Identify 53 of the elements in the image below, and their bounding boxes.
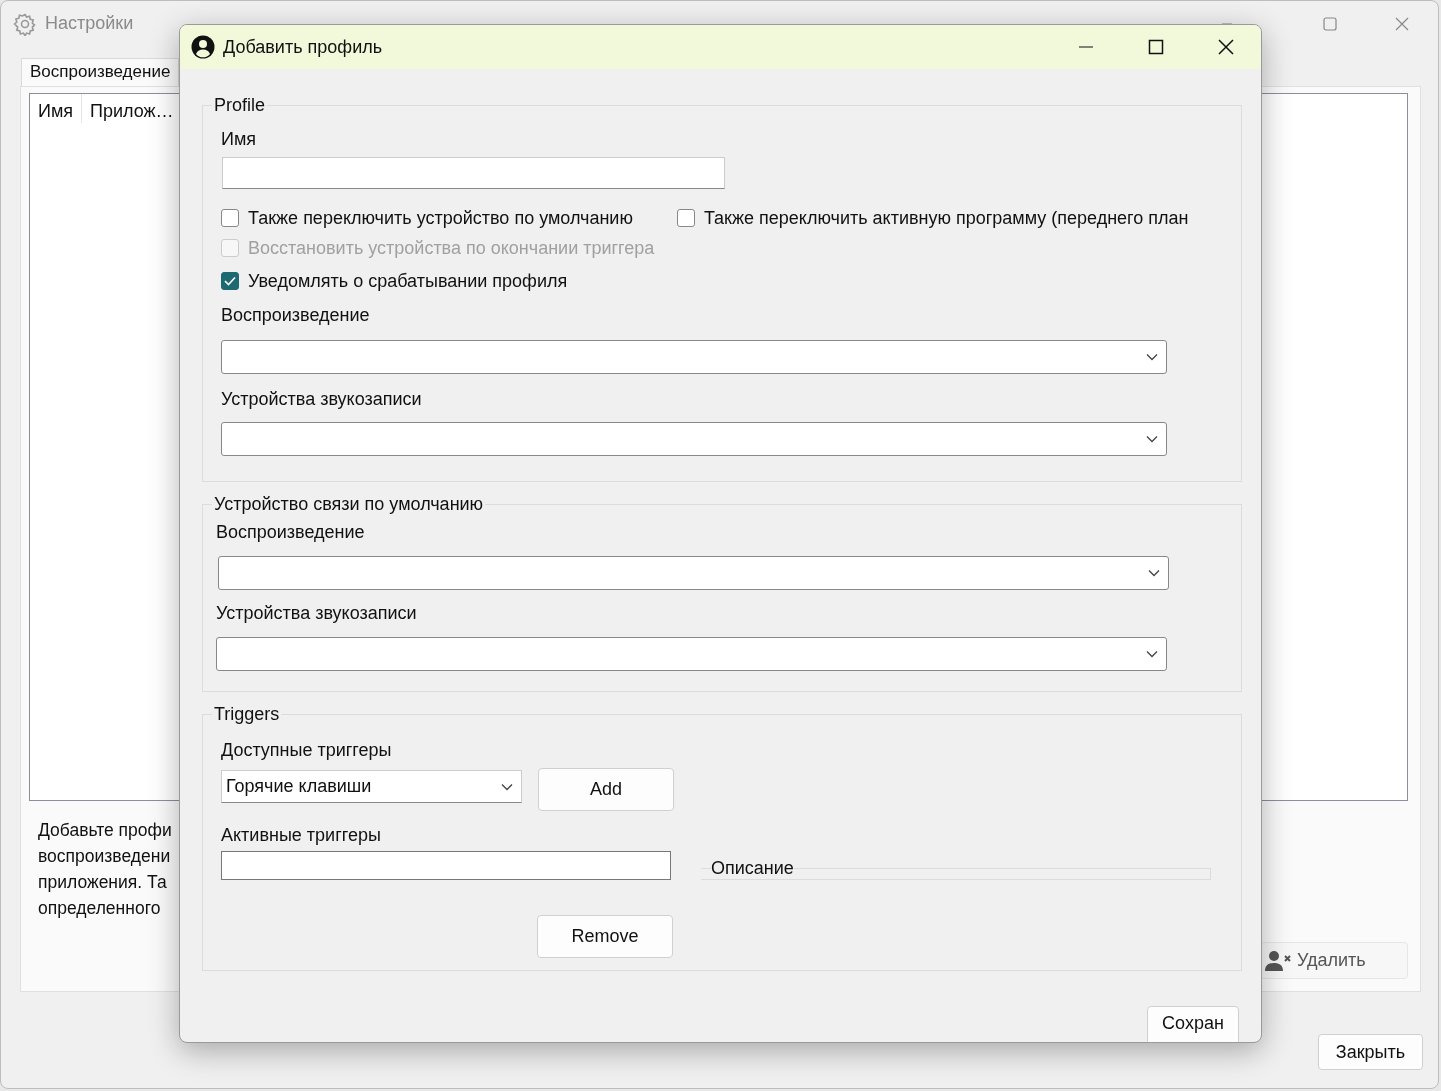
dropdown[interactable] [216, 637, 1167, 671]
delete-button[interactable]: Удалить [1260, 942, 1408, 979]
minimize-icon [1078, 46, 1094, 48]
chevron-down-icon [1148, 569, 1160, 577]
group-title: Profile [213, 95, 267, 116]
checkbox[interactable] [221, 272, 239, 290]
description-text: воспроизведени [38, 845, 171, 868]
group-title: Устройство связи по умолчанию [213, 494, 485, 515]
close-icon [1218, 39, 1234, 55]
chevron-down-icon [1146, 353, 1158, 361]
field-label: Воспроизведение [216, 522, 365, 543]
description-text: определенного [38, 897, 161, 920]
chevron-down-icon [1146, 435, 1158, 443]
checkmark-icon [224, 276, 236, 286]
user-circle-icon [191, 35, 215, 59]
name-input-field[interactable] [222, 157, 725, 189]
checkbox[interactable] [221, 209, 239, 227]
field-label: Воспроизведение [221, 305, 370, 326]
close-button[interactable]: Закрыть [1318, 1034, 1423, 1070]
add-button[interactable]: Add [538, 768, 674, 811]
remove-button[interactable]: Remove [537, 915, 673, 958]
group-title: Описание [711, 858, 794, 879]
column-header[interactable]: Имя [30, 94, 83, 123]
field-label: Доступные триггеры [221, 740, 392, 761]
chevron-down-icon [1146, 650, 1158, 658]
chevron-down-icon [501, 782, 513, 791]
dropdown[interactable] [221, 340, 1167, 374]
save-button[interactable]: Сохран [1147, 1006, 1239, 1042]
checkbox[interactable] [676, 209, 695, 227]
window-title: Настройки [45, 13, 134, 34]
field-label: Имя [221, 129, 257, 150]
gear-icon [13, 11, 37, 36]
checkbox-label: Также переключить активную программу (переднего план [703, 207, 1189, 229]
dropdown[interactable] [218, 556, 1169, 590]
description-text: Добавьте профи [38, 819, 172, 842]
tab[interactable]: Воспроизведение [21, 58, 180, 86]
dropdown[interactable]: Горячие клавиши [221, 770, 522, 803]
field-label: Устройства звукозаписи [216, 603, 417, 624]
dropdown[interactable] [221, 422, 1167, 456]
minimize-icon[interactable] [1222, 22, 1232, 25]
checkbox-label: Также переключить устройство по умолчанию [248, 207, 633, 229]
close-icon[interactable] [1394, 15, 1410, 32]
field-label: Устройства звукозаписи [221, 389, 422, 410]
active-triggers-list[interactable] [221, 851, 671, 880]
group-title: Triggers [213, 704, 281, 725]
user-remove-icon [1265, 949, 1293, 972]
checkbox-label: Восстановить устройства по окончании триггера [248, 237, 655, 259]
description-text: приложения. Та [38, 871, 167, 894]
field-label: Активные триггеры [221, 825, 381, 846]
dialog-title: Добавить профиль [223, 36, 383, 58]
maximize-icon[interactable] [1322, 15, 1338, 32]
checkbox-label: Уведомлять о срабатывании профиля [248, 270, 568, 292]
maximize-icon [1148, 39, 1164, 55]
